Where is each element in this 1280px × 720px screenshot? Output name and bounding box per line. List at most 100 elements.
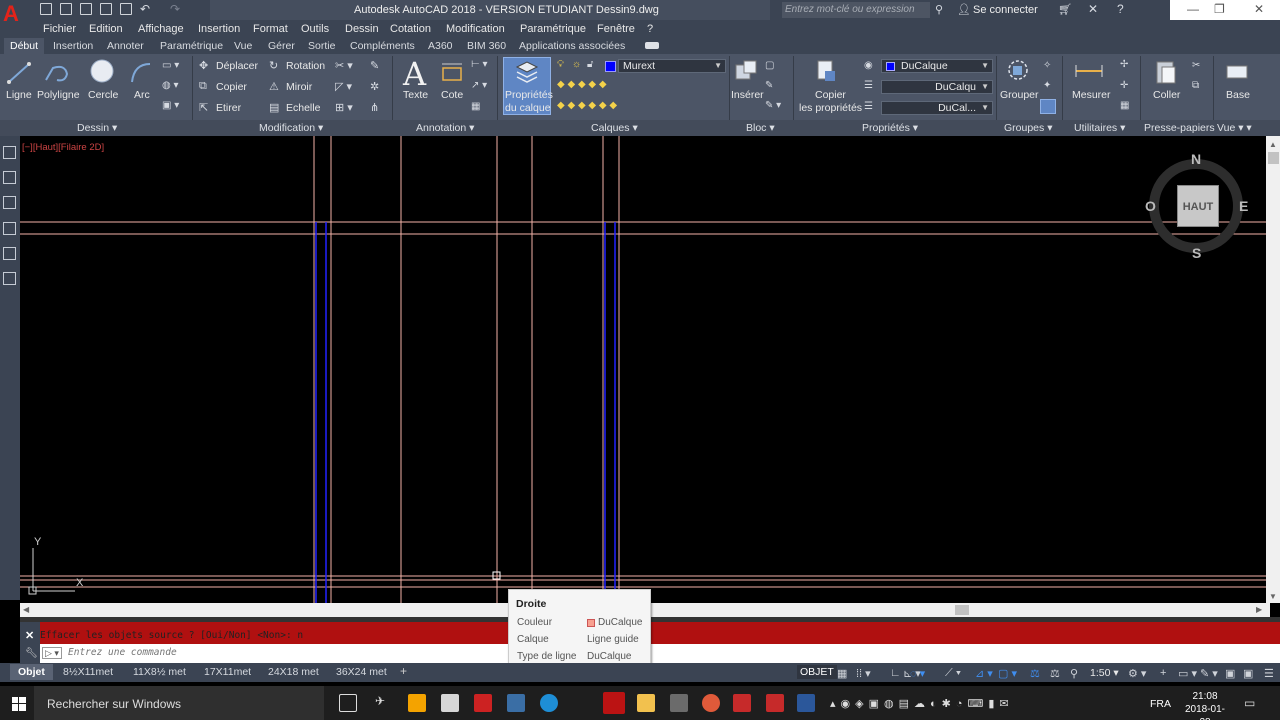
osnap-icon[interactable]: ⊿ ▾: [975, 667, 993, 680]
panel-utilitaires[interactable]: Utilitaires ▾: [1074, 122, 1125, 134]
arc-tool-icon[interactable]: [128, 60, 154, 86]
horizontal-scroll-thumb[interactable]: [955, 605, 969, 615]
panel-bloc[interactable]: Bloc ▾: [746, 122, 775, 134]
mirror-button[interactable]: Miroir: [286, 81, 312, 93]
line-tool-label[interactable]: Ligne: [6, 89, 32, 101]
menu-format[interactable]: Format: [253, 23, 288, 35]
region-tool-icon[interactable]: ▣ ▾: [162, 100, 179, 111]
save-as-icon[interactable]: [100, 3, 112, 15]
compass-north[interactable]: N: [1191, 151, 1201, 167]
drawing-canvas[interactable]: [−][Haut][Filaire 2D] Y X: [20, 136, 1266, 603]
layout-tab-objet[interactable]: Objet: [10, 664, 53, 680]
viewcube[interactable]: HAUT N S E O: [1145, 151, 1248, 261]
panel-modification[interactable]: Modification ▾: [259, 122, 323, 134]
word-icon[interactable]: [797, 694, 815, 712]
scroll-right-icon[interactable]: ▶: [1256, 605, 1262, 614]
signin-link[interactable]: Se connecter: [973, 4, 1038, 16]
compass-west[interactable]: O: [1145, 198, 1156, 214]
polyline-tool-label[interactable]: Polyligne: [37, 89, 80, 101]
rotate-icon[interactable]: ↻: [269, 59, 278, 72]
group-label[interactable]: Grouper: [1000, 89, 1039, 101]
taskbar-clock[interactable]: 21:08 2018-01-28: [1180, 690, 1230, 720]
vertical-scrollbar[interactable]: [1266, 136, 1280, 603]
command-prompt-icon[interactable]: ▷ ▾: [42, 647, 62, 659]
layout-tab[interactable]: 36X24 met: [328, 664, 395, 680]
menu-cotation[interactable]: Cotation: [390, 23, 431, 35]
line-tool-icon[interactable]: [6, 60, 32, 86]
taskbar-app-icon[interactable]: [441, 694, 459, 712]
panel-vue[interactable]: Vue ▾ ▾: [1217, 122, 1252, 134]
tab-vue[interactable]: Vue: [234, 40, 252, 52]
osnap-tracking-icon[interactable]: ⟋ ▾: [945, 667, 961, 680]
ungroup-icon[interactable]: ✧: [1043, 60, 1051, 71]
input-language[interactable]: FRA: [1150, 698, 1171, 710]
scroll-down-icon[interactable]: ▼: [1269, 592, 1277, 601]
erase-icon[interactable]: ✎: [370, 59, 379, 72]
id-point-icon[interactable]: ✛: [1120, 80, 1128, 91]
cut-icon[interactable]: ✂: [1192, 60, 1200, 71]
system-tray-icons[interactable]: ▴◉◈▣◍▤☁◐✱◔⌨▮✉: [830, 697, 1014, 710]
polyline-tool-icon[interactable]: [43, 60, 71, 86]
ribbon-toggle-icon[interactable]: [645, 42, 659, 49]
undo-icon[interactable]: ↶: [140, 2, 150, 16]
text-tool-label[interactable]: Texte: [403, 89, 428, 101]
layer-dropdown[interactable]: Murext ▼: [618, 59, 726, 73]
menu-affichage[interactable]: Affichage: [138, 23, 184, 35]
base-view-label[interactable]: Base: [1226, 89, 1250, 101]
windows-start-icon[interactable]: [12, 697, 26, 711]
menu-modification[interactable]: Modification: [446, 23, 505, 35]
panel-groupes[interactable]: Groupes ▾: [1004, 122, 1052, 134]
mirror-icon[interactable]: ⚠: [269, 80, 279, 93]
layout-tab[interactable]: 11X8½ met: [125, 664, 194, 680]
menu-insertion[interactable]: Insertion: [198, 23, 240, 35]
customization-icon[interactable]: ☰: [1264, 667, 1274, 680]
scroll-up-icon[interactable]: ▲: [1269, 140, 1277, 149]
lineweight-dropdown[interactable]: DuCal... ▼: [881, 101, 993, 115]
print-icon[interactable]: [120, 3, 132, 15]
menu-help[interactable]: ?: [647, 23, 653, 35]
isolate-objects-icon[interactable]: ▣: [1225, 667, 1235, 680]
tab-bim360[interactable]: BIM 360: [467, 40, 506, 52]
palette-icon-4[interactable]: [3, 222, 16, 235]
layout-tab[interactable]: 24X18 met: [260, 664, 327, 680]
redo-icon[interactable]: ↷: [170, 2, 180, 16]
create-block-icon[interactable]: ▢: [765, 60, 774, 71]
layer-lock-icon[interactable]: 🔓︎: [587, 59, 593, 70]
hatch-tool-icon[interactable]: ◍ ▾: [162, 80, 179, 91]
copy-clip-icon[interactable]: ⧉: [1192, 80, 1199, 91]
binoculars-icon[interactable]: ⚲: [935, 3, 943, 16]
text-tool-icon[interactable]: A: [403, 55, 426, 93]
paste-label[interactable]: Coller: [1153, 89, 1180, 101]
offset-icon[interactable]: ⋔: [370, 101, 379, 114]
copy-icon[interactable]: ⧉: [199, 80, 207, 93]
acrobat-icon[interactable]: [474, 694, 492, 712]
maximize-icon[interactable]: ❐: [1214, 2, 1225, 16]
annotation-scale-icon[interactable]: ⚖: [1030, 667, 1040, 680]
group-edit-icon[interactable]: ✦: [1043, 80, 1051, 91]
table-icon[interactable]: ▦: [471, 101, 480, 112]
layer-tool-1-icon[interactable]: ◆ ◆ ◆ ◆ ◆: [557, 79, 607, 90]
palette-icon-3[interactable]: [3, 196, 16, 209]
save-icon[interactable]: [80, 3, 92, 15]
taskbar-app-icon[interactable]: [507, 694, 525, 712]
taskbar-app-icon[interactable]: [702, 694, 720, 712]
palette-icon-1[interactable]: [3, 146, 16, 159]
cart-icon[interactable]: 🛒︎: [1058, 3, 1072, 16]
quick-properties-icon[interactable]: ✎ ▾: [1200, 667, 1218, 680]
calculator-taskbar-icon[interactable]: [670, 694, 688, 712]
panel-annotation[interactable]: Annotation ▾: [416, 122, 474, 134]
vertical-scroll-thumb[interactable]: [1268, 152, 1279, 164]
group-icon[interactable]: [1004, 58, 1032, 84]
scale-button[interactable]: Echelle: [286, 102, 320, 114]
layer-freeze-icon[interactable]: ☼: [572, 59, 581, 70]
isodraft-icon[interactable]: ◌ ▾: [910, 667, 925, 680]
menu-fenetre[interactable]: Fenêtre: [597, 23, 635, 35]
compass-south[interactable]: S: [1192, 245, 1201, 261]
annotation-monitor-icon[interactable]: +: [1160, 667, 1166, 679]
insert-block-label[interactable]: Insérer: [731, 89, 764, 101]
circle-tool-icon[interactable]: [89, 58, 115, 84]
layout-tab[interactable]: 8½X11met: [55, 664, 121, 680]
panel-calques[interactable]: Calques ▾: [591, 122, 638, 134]
scale-icon[interactable]: ▤: [269, 101, 279, 114]
close-command-icon[interactable]: ✕: [25, 629, 34, 642]
